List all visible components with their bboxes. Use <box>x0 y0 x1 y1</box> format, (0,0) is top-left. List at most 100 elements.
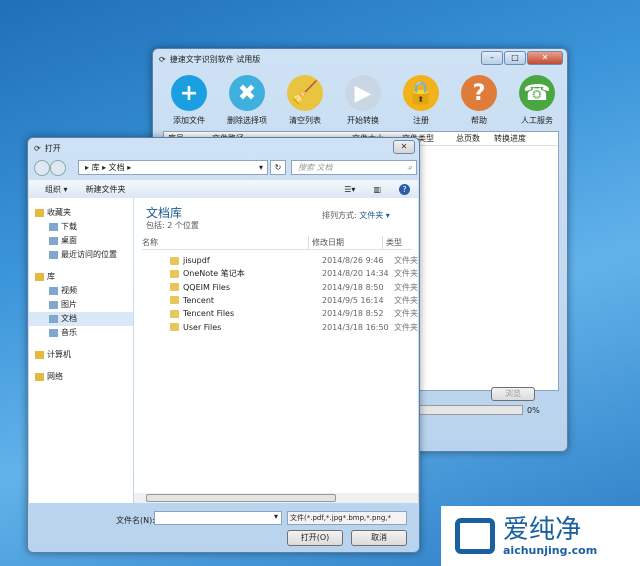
maximize-button[interactable]: □ <box>504 51 526 65</box>
horizontal-scrollbar[interactable] <box>134 493 418 503</box>
nav-group-icon <box>35 373 44 381</box>
header-type[interactable]: 类型 <box>382 236 402 249</box>
content-pane: 文档库 包括: 2 个位置 排列方式: 文件夹 ▾ 名称 修改日期 类型 <box>134 198 418 503</box>
nav-item[interactable]: 最近访问的位置 <box>29 248 133 262</box>
toolbar-label: 添加文件 <box>173 116 205 125</box>
folder-icon <box>49 287 58 295</box>
column-headers: 名称 修改日期 类型 <box>142 236 412 250</box>
toolbar-label: 帮助 <box>471 116 487 125</box>
breadcrumb-lib[interactable]: 库 <box>92 163 100 172</box>
file-row[interactable]: OneNote 笔记本 2014/8/20 14:34 文件夹 <box>170 267 440 280</box>
refresh-button[interactable]: ↻ <box>270 160 286 175</box>
watermark-cn: 爱纯净 <box>503 514 582 545</box>
folder-icon <box>170 269 179 278</box>
browse-button[interactable]: 浏览 <box>491 387 535 401</box>
header-date[interactable]: 修改日期 <box>308 236 382 249</box>
close-button[interactable]: ✕ <box>527 51 563 65</box>
toolbar-label: 开始转换 <box>347 116 379 125</box>
toolbar-label: 注册 <box>413 116 429 125</box>
library-title: 文档库 <box>146 206 183 220</box>
help-book-icon: ? <box>461 75 497 111</box>
nav-item[interactable]: 文档 <box>29 312 133 326</box>
file-row[interactable]: User Files 2014/3/18 16:50 文件夹 <box>170 321 440 334</box>
folder-icon <box>49 329 58 337</box>
minimize-button[interactable]: – <box>481 51 503 65</box>
nav-group-icon <box>35 273 44 281</box>
header-name[interactable]: 名称 <box>142 236 308 249</box>
watermark-logo-icon <box>455 518 495 554</box>
folder-icon <box>170 323 179 331</box>
column-header[interactable]: 总页数 <box>452 132 490 145</box>
broom-icon: 🧹 <box>287 75 323 111</box>
file-type-dropdown[interactable]: 文件(*.pdf,*.jpg*.bmp,*.png,* <box>287 511 407 525</box>
search-icon: ⌕ <box>407 163 412 172</box>
command-bar: 组织 ▾ 新建文件夹 ☰▾ ▥ ? <box>29 180 418 198</box>
toolbar-phone-button[interactable]: ☎ 人工服务 <box>507 75 567 126</box>
sort-dropdown[interactable]: 文件夹 ▾ <box>359 211 390 220</box>
column-header[interactable]: 转换进度 <box>490 132 550 145</box>
nav-item[interactable]: 库 <box>29 270 133 284</box>
folder-icon <box>170 296 179 305</box>
toolbar-play-button[interactable]: ▶ 开始转换 <box>333 75 393 126</box>
cancel-button[interactable]: 取消 <box>351 530 407 546</box>
toolbar-help-book-button[interactable]: ? 帮助 <box>449 75 509 126</box>
nav-item[interactable]: 下载 <box>29 220 133 234</box>
lock-icon: 🔒 <box>403 75 439 111</box>
folder-icon <box>49 251 58 259</box>
plus-icon: + <box>171 75 207 111</box>
file-row[interactable]: jisupdf 2014/8/26 9:46 文件夹 <box>170 254 440 267</box>
file-row[interactable]: QQEIM Files 2014/9/18 8:50 文件夹 <box>170 281 440 294</box>
toolbar-label: 清空列表 <box>289 116 321 125</box>
toolbar-label: 人工服务 <box>521 116 553 125</box>
nav-group-icon <box>35 209 44 217</box>
nav-group-icon <box>35 351 44 359</box>
nav-item[interactable]: 计算机 <box>29 348 133 362</box>
filename-input[interactable]: ▾ <box>154 511 282 525</box>
progress-bar <box>415 405 523 415</box>
filename-label: 文件名(N): <box>116 516 155 525</box>
back-button[interactable] <box>34 160 50 176</box>
dialog-icon: ⟳ <box>34 143 41 153</box>
phone-icon: ☎ <box>519 75 555 111</box>
window-controls: – □ ✕ <box>481 51 563 65</box>
nav-item[interactable]: 收藏夹 <box>29 206 133 220</box>
nav-item[interactable]: 视频 <box>29 284 133 298</box>
folder-icon <box>49 301 58 309</box>
toolbar-broom-button[interactable]: 🧹 清空列表 <box>275 75 335 126</box>
sort-label: 排列方式: <box>322 211 357 220</box>
nav-pane: 收藏夹 下载 桌面 最近访问的位置库视频 图片 文档 音乐计算机网络 <box>29 198 133 503</box>
nav-item[interactable]: 网络 <box>29 370 133 384</box>
play-icon: ▶ <box>345 75 381 111</box>
toolbar-plus-button[interactable]: + 添加文件 <box>159 75 219 126</box>
file-row[interactable]: Tencent 2014/9/5 16:14 文件夹 <box>170 294 440 307</box>
breadcrumb-docs[interactable]: 文档 <box>109 163 125 172</box>
folder-icon <box>170 309 179 318</box>
folder-icon <box>49 315 58 323</box>
toolbar-lock-button[interactable]: 🔒 注册 <box>391 75 451 126</box>
main-title: 捷速文字识别软件 试用版 <box>169 54 261 64</box>
new-folder-button[interactable]: 新建文件夹 <box>86 184 126 195</box>
search-input[interactable]: 搜索 文档 ⌕ <box>291 160 417 175</box>
nav-item[interactable]: 图片 <box>29 298 133 312</box>
file-row[interactable]: Tencent Files 2014/9/18 8:52 文件夹 <box>170 307 440 320</box>
progress-label: 0% <box>527 406 540 415</box>
app-icon: ⟳ <box>159 54 166 64</box>
help-icon[interactable]: ? <box>399 183 410 195</box>
open-button[interactable]: 打开(O) <box>287 530 343 546</box>
search-placeholder: 搜索 文档 <box>298 163 333 172</box>
dialog-close-button[interactable]: ✕ <box>393 140 415 154</box>
address-bar[interactable]: ▸ 库 ▸ 文档 ▸ ▾ <box>78 160 268 175</box>
toolbar-delete-button[interactable]: ✖ 删除选择项 <box>217 75 277 126</box>
nav-item[interactable]: 音乐 <box>29 326 133 340</box>
organize-menu[interactable]: 组织 ▾ <box>45 184 68 195</box>
preview-pane-icon[interactable]: ▥ <box>373 185 381 194</box>
nav-item[interactable]: 桌面 <box>29 234 133 248</box>
folder-icon <box>49 223 58 231</box>
view-icon[interactable]: ☰▾ <box>344 185 355 194</box>
folder-icon <box>170 256 179 265</box>
watermark-url: aichunjing.com <box>503 543 598 557</box>
open-dialog: ⟳ 打开 ✕ ▸ 库 ▸ 文档 ▸ ▾ ↻ 搜索 文档 ⌕ 组织 ▾ 新建文件夹 ☰▾… <box>27 137 420 553</box>
folder-icon <box>170 283 179 292</box>
forward-button[interactable] <box>50 160 66 176</box>
delete-icon: ✖ <box>229 75 265 111</box>
